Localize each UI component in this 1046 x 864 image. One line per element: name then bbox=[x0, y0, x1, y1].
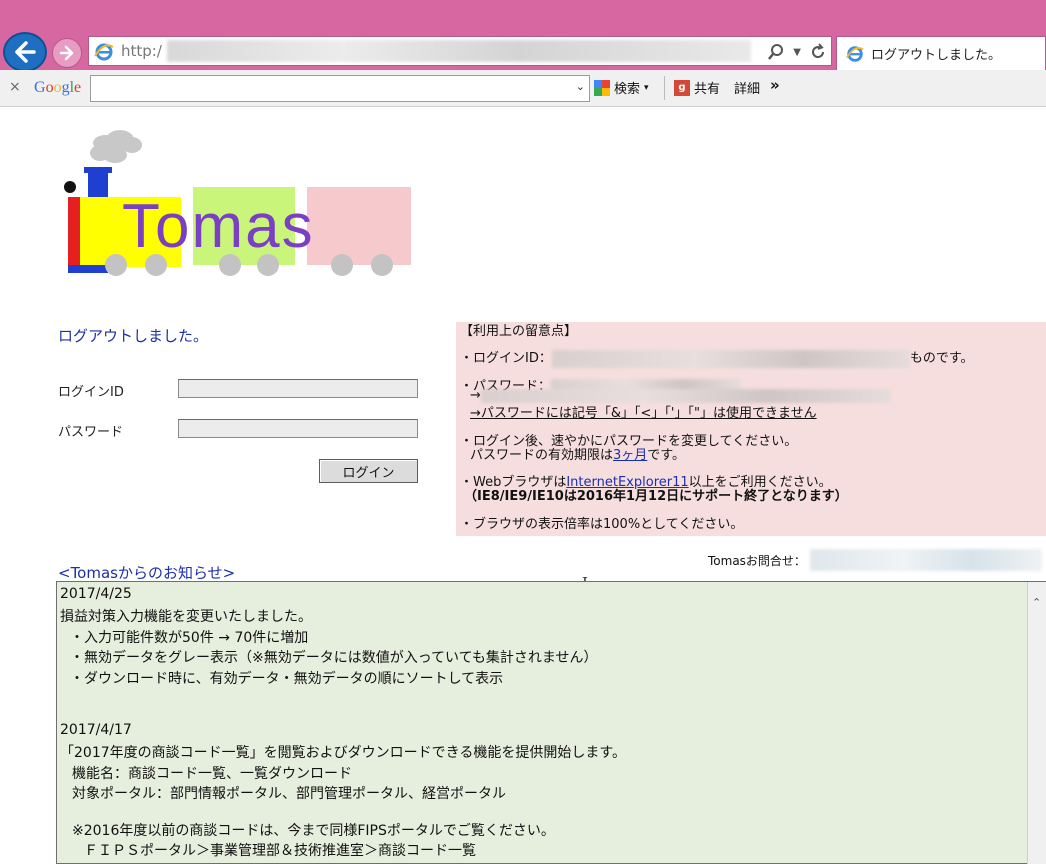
search-button[interactable]: 検索 ▾ bbox=[594, 78, 649, 97]
expiry-link[interactable]: 3ヶ月 bbox=[613, 448, 647, 463]
news-line: ・無効データをグレー表示（※無効データには数値が入っていても集計されません） bbox=[70, 650, 598, 666]
news-line: 2017/4/25 bbox=[60, 586, 132, 602]
news-line: ※2016年度以前の商談コードは、今まで同様FIPSポータルでご覧ください。 bbox=[72, 823, 555, 839]
contact-label: Tomasお問合せ： bbox=[708, 553, 806, 568]
usage-notes-panel: 【利用上の留意点】 ・ログインID： ものです。 ・パスワード： → →パスワード… bbox=[456, 322, 1046, 536]
notes-zoom: ・ブラウザの表示倍率は100%としてください。 bbox=[460, 517, 744, 532]
logout-message: ログアウトしました。 bbox=[58, 327, 209, 345]
ie-logo-icon bbox=[94, 43, 114, 61]
redacted-text bbox=[480, 388, 891, 403]
title-bar bbox=[0, 0, 1046, 34]
news-line: 損益対策入力機能を変更いたしました。 bbox=[60, 609, 312, 625]
news-scrollbar[interactable]: ⌃ bbox=[1027, 582, 1046, 864]
news-heading: <Tomasからのお知らせ> bbox=[58, 564, 236, 582]
ie-logo-icon bbox=[846, 45, 864, 62]
notes-login-id-suffix: ものです。 bbox=[909, 351, 974, 366]
google-search-icon bbox=[594, 79, 610, 96]
dropdown-icon[interactable]: ▼ bbox=[793, 47, 801, 58]
close-toolbar-button[interactable]: × bbox=[9, 79, 21, 95]
search-label: 検索 bbox=[614, 82, 641, 97]
notes-browser-support: （IE8/IE9/IE10は2016年1月12日にサポート終了となります） bbox=[464, 489, 848, 504]
browser-tab[interactable]: ログアウトしました。 bbox=[836, 36, 1046, 70]
arrow-left-icon bbox=[15, 41, 36, 63]
google-plus-icon: g bbox=[674, 79, 690, 96]
tab-title: ログアウトしました。 bbox=[871, 48, 1002, 63]
more-button[interactable]: » bbox=[770, 76, 780, 94]
arrow-right-icon bbox=[59, 45, 74, 61]
toolbar-divider bbox=[664, 76, 665, 100]
redacted-contact bbox=[809, 549, 1042, 571]
share-button[interactable]: g 共有 bbox=[674, 78, 720, 97]
login-id-label: ログインID bbox=[58, 385, 124, 400]
notes-login-id-prefix: ・ログインID： bbox=[460, 351, 552, 366]
url-redacted bbox=[167, 40, 751, 62]
news-line: 「2017年度の商談コード一覧」を閲覧およびダウンロードできる機能を提供開始しま… bbox=[60, 745, 626, 761]
logo-text: Tomas bbox=[122, 192, 315, 261]
address-bar[interactable]: http:/ ▼ bbox=[88, 36, 832, 66]
search-icon[interactable] bbox=[767, 43, 785, 61]
share-label: 共有 bbox=[694, 82, 721, 97]
news-line: ＦＩＰＳポータル＞事業管理部＆技術推進室＞商談コード一覧 bbox=[84, 843, 476, 859]
details-button[interactable]: 詳細 bbox=[734, 78, 760, 97]
smoke-icon bbox=[90, 130, 142, 163]
notes-expiry-prefix: パスワードの有効期限は bbox=[470, 448, 614, 463]
news-line: 2017/4/17 bbox=[60, 722, 132, 738]
scroll-up-icon[interactable]: ⌃ bbox=[1032, 596, 1041, 609]
dropdown-icon[interactable]: ▾ bbox=[644, 83, 649, 93]
contact-info: Tomasお問合せ： bbox=[708, 549, 1042, 571]
google-search-input[interactable]: ⌄ bbox=[90, 75, 590, 102]
notes-expiry-suffix: です。 bbox=[647, 448, 685, 463]
news-line: ・ダウンロード時に、有効データ・無効データの順にソートして表示 bbox=[70, 671, 504, 687]
redacted-text bbox=[551, 349, 910, 368]
url-text: http:/ bbox=[121, 42, 162, 60]
login-button[interactable]: ログイン bbox=[319, 459, 418, 483]
notes-password-arrow: → bbox=[470, 388, 481, 403]
password-input[interactable] bbox=[178, 419, 418, 438]
google-logo: Google bbox=[34, 79, 82, 96]
news-line: ・入力可能件数が50件 → 70件に増加 bbox=[70, 630, 309, 646]
password-label: パスワード bbox=[58, 425, 124, 440]
notes-password-rule: →パスワードには記号「&」「<」「'」「"」は使用できません bbox=[470, 406, 817, 421]
login-id-input[interactable] bbox=[178, 379, 418, 398]
back-button[interactable] bbox=[3, 32, 47, 72]
google-toolbar: × Google ⌄ 検索 ▾ g 共有 詳細 » bbox=[0, 70, 1046, 107]
news-line: 対象ポータル：部門情報ポータル、部門管理ポータル、経営ポータル bbox=[72, 786, 506, 802]
chevron-down-icon[interactable]: ⌄ bbox=[576, 80, 585, 93]
news-line: 機能名：商談コード一覧、一覧ダウンロード bbox=[72, 766, 352, 782]
notes-heading: 【利用上の留意点】 bbox=[460, 324, 578, 339]
refresh-icon[interactable] bbox=[809, 43, 827, 61]
tomas-logo: Tomas bbox=[64, 130, 411, 276]
forward-button[interactable] bbox=[52, 38, 82, 68]
